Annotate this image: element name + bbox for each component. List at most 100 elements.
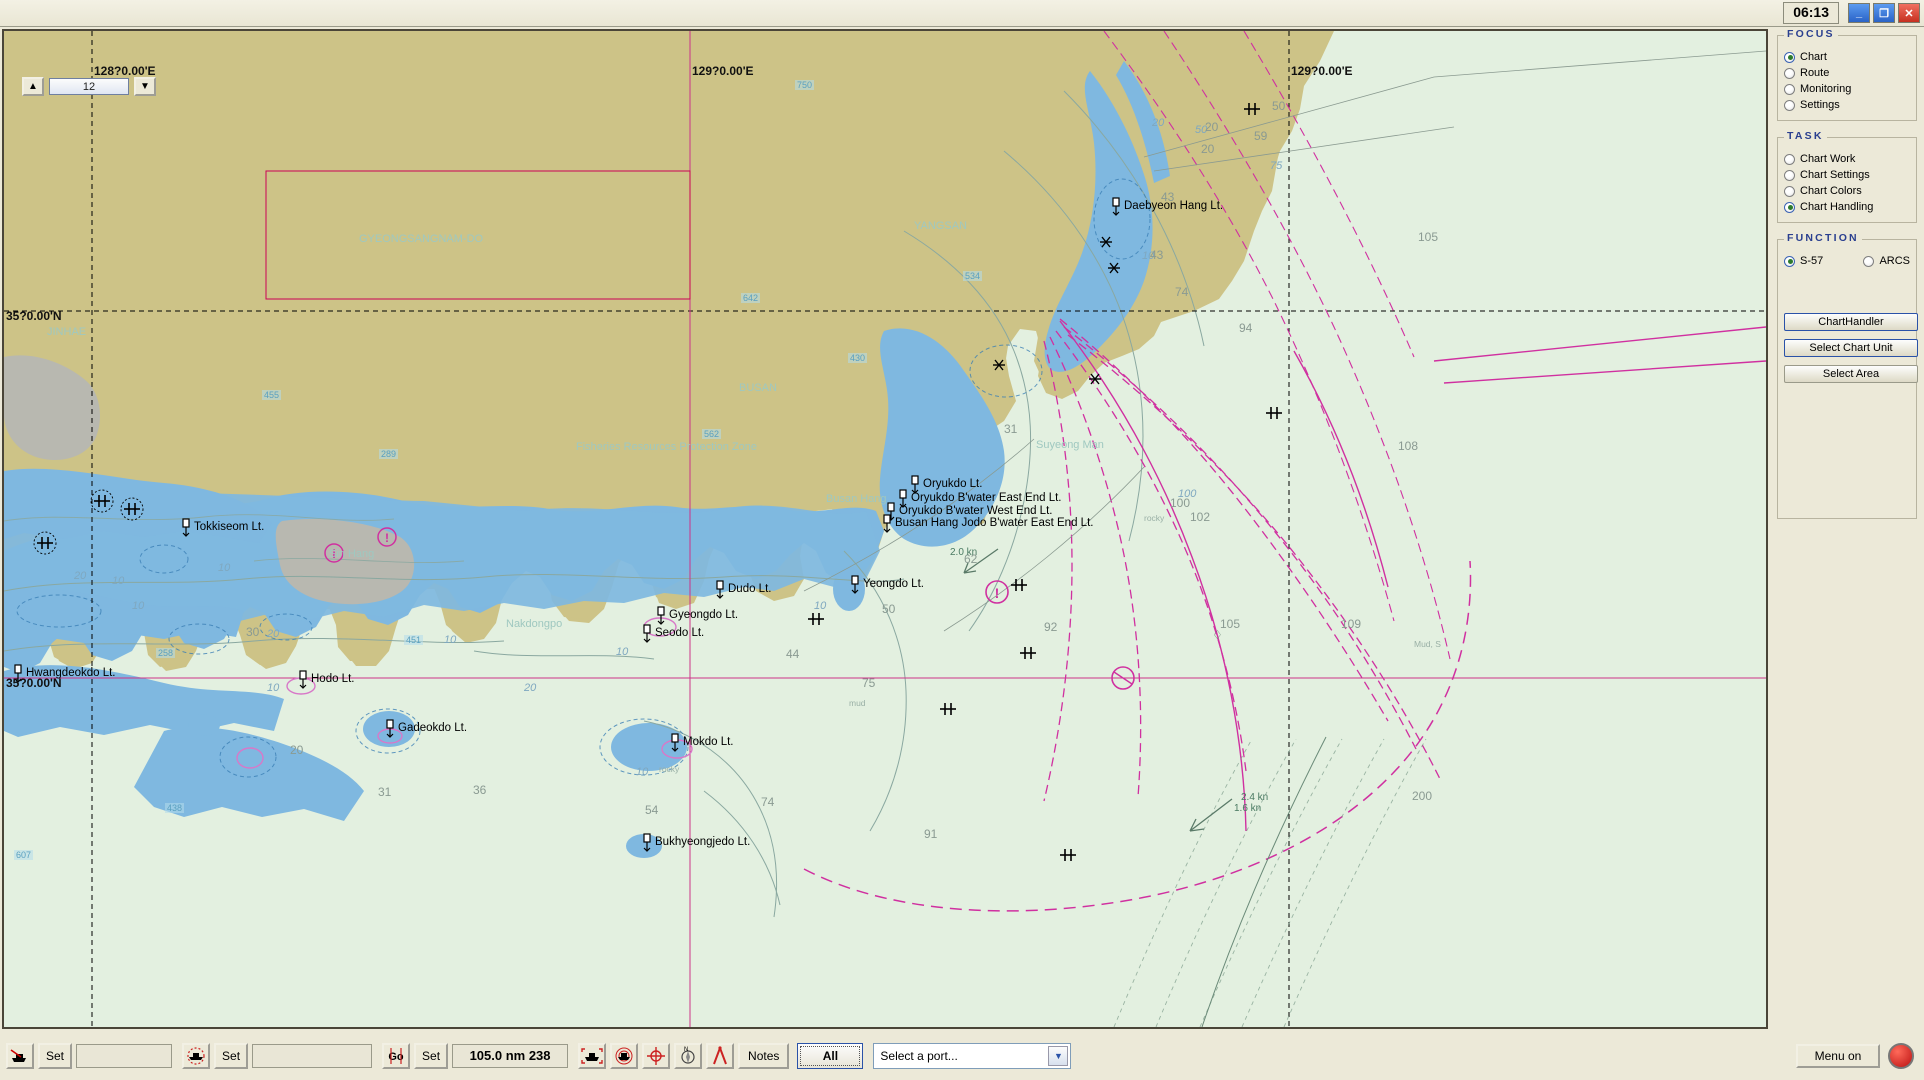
chart-display-area[interactable]: 10 10 10 20 10 10 20 10 10 10 20 50 10 75 20 100 [2,29,1768,1029]
scale-value-field[interactable]: 12 [49,78,129,95]
bottom-toolbar: Set Set Go Set 105.0 nm 238 N Notes All … [0,1031,1924,1080]
svg-text:N: N [684,1047,688,1053]
radio-dot-icon [1784,99,1795,111]
minimize-button[interactable]: _ [1848,3,1870,23]
ship-restricted-icon[interactable] [182,1042,211,1069]
nautical-chart[interactable]: 10 10 10 20 10 10 20 10 10 10 20 50 10 75 20 100 [4,31,1766,1027]
focus-radio-settings[interactable]: Settings [1784,97,1910,113]
longitude-label-2: 129?0.00'E [692,64,754,78]
ship-center-icon[interactable] [578,1042,607,1069]
radio-dot-icon [1784,185,1795,197]
svg-text:10: 10 [218,562,231,574]
focus-label-chart: Chart [1800,51,1827,63]
focus-radio-monitoring[interactable]: Monitoring [1784,81,1910,97]
radio-dot-icon [1863,255,1875,267]
ecdis-application: 06:13 _ ❐ ✕ 10 10 10 20 10 10 20 10 10 1… [0,0,1924,1080]
function-radio-arcs[interactable]: ARCS [1863,253,1910,269]
function-group-title: FUNCTION [1784,232,1862,244]
svg-text:10: 10 [636,766,649,778]
svg-text:20: 20 [266,628,280,640]
longitude-label-1: 128?0.00'E [94,64,156,78]
svg-text:♢: ♢ [1212,628,1223,642]
svg-text:10: 10 [132,600,145,612]
notes-button[interactable]: Notes [738,1042,790,1069]
function-radio-s57[interactable]: S-57 [1784,253,1823,269]
own-ship-off-icon[interactable] [6,1042,34,1069]
compass-rose-icon[interactable]: N [674,1042,703,1069]
latitude-label-1: 35?0.00'N [6,309,62,323]
port-select-value: Select a port... [880,1048,958,1063]
task-label-chart-colors: Chart Colors [1800,185,1862,197]
set-button-3[interactable]: Set [414,1042,449,1069]
svg-text:10: 10 [814,600,827,612]
power-alarm-button[interactable] [1888,1042,1914,1069]
radio-dot-icon [1784,83,1795,95]
crosshair-cursor-icon[interactable] [642,1042,671,1069]
go-to-icon[interactable]: Go [382,1042,411,1069]
task-radio-chart-settings[interactable]: Chart Settings [1784,167,1910,183]
svg-text:10: 10 [616,646,629,658]
svg-text:50: 50 [1195,124,1208,136]
svg-text:i: i [332,547,335,561]
chevron-down-icon[interactable]: ▼ [1048,1045,1069,1066]
radio-dot-icon [1784,169,1795,181]
set-button-1[interactable]: Set [38,1042,73,1069]
scale-up-button[interactable]: ▲ [22,77,44,96]
restore-button[interactable]: ❐ [1873,3,1895,23]
focus-label-settings: Settings [1800,99,1840,111]
radar-overlay-icon[interactable] [610,1042,639,1069]
svg-text:75: 75 [1270,160,1283,172]
svg-text:20: 20 [1151,117,1165,129]
control-panel: FOCUS Chart Route Monitoring Settings TA… [1772,28,1922,1029]
radio-dot-icon [1784,153,1795,165]
task-group-title: TASK [1784,130,1827,142]
focus-radio-route[interactable]: Route [1784,65,1910,81]
task-label-chart-settings: Chart Settings [1800,169,1870,181]
focus-group: FOCUS Chart Route Monitoring Settings [1777,28,1917,121]
select-chart-unit-button[interactable]: Select Chart Unit [1784,339,1918,357]
svg-text:10: 10 [267,682,280,694]
port-select-dropdown[interactable]: Select a port... ▼ [873,1042,1072,1069]
focus-label-route: Route [1800,67,1830,79]
radio-dot-icon [1784,255,1795,267]
chart-scale-spinner[interactable]: ▲ 12 ▼ [22,77,156,96]
task-radio-chart-handling[interactable]: Chart Handling [1784,199,1910,215]
menu-on-button[interactable]: Menu on [1796,1043,1880,1068]
longitude-label-3: 129?0.00'E [1291,64,1353,78]
focus-group-title: FOCUS [1784,28,1838,40]
focus-radio-chart[interactable]: Chart [1784,49,1910,65]
dividers-icon[interactable] [706,1042,735,1069]
scale-down-button[interactable]: ▼ [134,77,156,96]
close-button[interactable]: ✕ [1898,3,1920,23]
chart-handler-button[interactable]: ChartHandler [1784,313,1918,331]
title-bar: 06:13 _ ❐ ✕ [0,0,1924,27]
svg-text:!: ! [995,585,1000,601]
select-area-button[interactable]: Select Area [1784,365,1918,383]
task-label-chart-handling: Chart Handling [1800,201,1874,213]
clock-display: 06:13 [1783,2,1839,24]
distance-bearing-display: 105.0 nm 238 [452,1043,569,1068]
radio-dot-icon [1784,67,1795,79]
set-button-2[interactable]: Set [214,1042,249,1069]
svg-text:10: 10 [444,634,457,646]
task-radio-chart-colors[interactable]: Chart Colors [1784,183,1910,199]
function-label-s57: S-57 [1800,255,1824,267]
focus-label-monitoring: Monitoring [1800,83,1852,95]
svg-text:20: 20 [73,570,87,582]
all-button[interactable]: All [797,1042,864,1069]
radio-dot-icon [1784,201,1795,213]
task-group: TASK Chart Work Chart Settings Chart Col… [1777,130,1917,223]
function-label-arcs: ARCS [1879,255,1910,267]
task-radio-chart-work[interactable]: Chart Work [1784,151,1910,167]
task-label-chart-work: Chart Work [1800,153,1856,165]
svg-text:10: 10 [1142,250,1155,262]
svg-text:100: 100 [1178,488,1197,500]
svg-text:!: ! [385,531,389,545]
svg-text:10: 10 [112,575,125,587]
ship-field-2[interactable] [252,1043,373,1068]
ship-field-1[interactable] [76,1043,173,1068]
latitude-label-2: 35?0.00'N [6,676,62,690]
radio-dot-icon [1784,51,1795,63]
function-group: FUNCTION S-57 ARCS ChartHandler Select C… [1777,232,1918,519]
svg-text:20: 20 [523,682,537,694]
